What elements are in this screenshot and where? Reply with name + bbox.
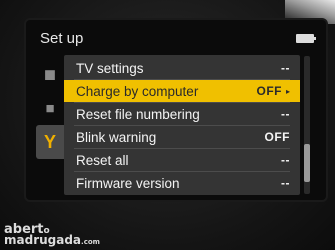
chevron-right-icon: ▸ [285, 86, 290, 96]
menu-item-label: TV settings [76, 60, 144, 76]
wrench-icon: Y [43, 131, 56, 152]
tab-setup[interactable]: Y [36, 125, 64, 159]
menu-item-blink-warning[interactable]: Blink warning OFF [64, 126, 300, 148]
tab-movie[interactable]: ■ [36, 91, 64, 125]
menu-item-value: -- [281, 107, 290, 121]
menu-item-tv-settings[interactable]: TV settings -- [64, 57, 300, 79]
menu-item-reset-file-numbering[interactable]: Reset file numbering -- [64, 103, 300, 125]
menu-panel: TV settings -- Charge by computer OFF ▸ … [64, 55, 300, 195]
watermark-line2: madrugada [4, 233, 82, 248]
movie-camera-icon: ■ [45, 99, 55, 117]
scrollbar[interactable] [304, 56, 310, 194]
menu-header: Set up [40, 24, 318, 52]
menu-item-label: Reset all [76, 152, 129, 168]
watermark-line2-suffix: .com [81, 238, 100, 247]
scrollbar-thumb[interactable] [304, 144, 310, 182]
menu-item-value: -- [281, 61, 290, 75]
menu-tabs: ◼ ■ Y [36, 57, 64, 159]
menu-item-value: -- [281, 176, 290, 190]
menu-item-label: Firmware version [76, 175, 180, 191]
menu-item-label: Reset file numbering [76, 106, 200, 122]
lcd-screen: Set up ◼ ■ Y TV settings -- Charge by co… [26, 20, 326, 200]
menu-item-label: Charge by computer [76, 83, 199, 99]
menu-item-charge-by-computer[interactable]: Charge by computer OFF ▸ [64, 80, 300, 102]
watermark-logo: aberto madrugada.com [4, 223, 100, 248]
menu-item-value: -- [281, 153, 290, 167]
page-title: Set up [40, 29, 84, 47]
menu-item-value: OFF [264, 130, 290, 144]
menu-item-firmware-version[interactable]: Firmware version -- [64, 172, 300, 194]
menu-item-value: OFF [256, 84, 282, 98]
camera-icon: ◼ [43, 66, 57, 83]
menu-item-label: Blink warning [76, 129, 157, 145]
tab-shooting[interactable]: ◼ [36, 57, 64, 91]
menu-item-reset-all[interactable]: Reset all -- [64, 149, 300, 171]
battery-icon [296, 33, 316, 43]
